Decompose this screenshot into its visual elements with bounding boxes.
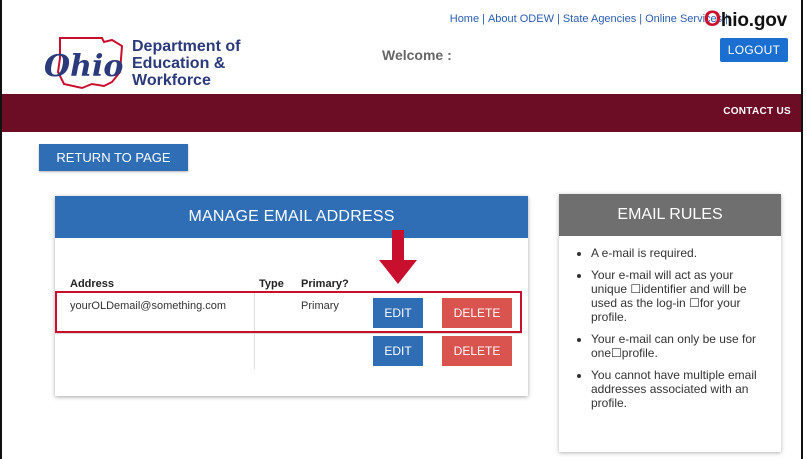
- ohio-logo-icon[interactable]: Ohio: [42, 32, 142, 94]
- page-frame: Home | About ODEW | State Agencies | Online Se…: [0, 0, 803, 459]
- state-agencies-link[interactable]: State Agencies: [563, 13, 636, 25]
- home-link[interactable]: Home: [450, 13, 479, 25]
- down-arrow-icon: [379, 230, 417, 284]
- col-primary: Primary?: [301, 278, 349, 290]
- about-odew-link[interactable]: About ODEW: [488, 13, 554, 25]
- rule-item: A e-mail is required.: [591, 246, 767, 260]
- email-rules-title: EMAIL RULES: [559, 194, 781, 236]
- dept-line-3: Workforce: [132, 72, 211, 89]
- rule-item: Your e-mail will act as your unique ☐ide…: [591, 268, 767, 324]
- ohio-gov-logo[interactable]: Ohio.gov: [704, 6, 787, 32]
- col-address: Address: [70, 278, 115, 290]
- divider: [55, 333, 522, 334]
- logout-button[interactable]: LOGOUT: [720, 38, 788, 62]
- top-links: Home | About ODEW | State Agencies | Online Se…: [449, 13, 728, 25]
- edit-button[interactable]: EDIT: [373, 336, 423, 366]
- dept-line-2: Education &: [132, 55, 226, 72]
- highlight-box: [55, 291, 522, 333]
- department-name: Department of Education & Workforce: [132, 38, 240, 89]
- rules-list: A e-mail is required. Your e-mail will a…: [559, 246, 781, 410]
- nav-bar: CONTACT US: [2, 94, 801, 132]
- return-to-page-button[interactable]: RETURN TO PAGE: [39, 144, 188, 171]
- email-rules-panel: EMAIL RULES A e-mail is required. Your e…: [559, 194, 781, 452]
- welcome-text: Welcome :: [382, 47, 452, 63]
- col-type: Type: [259, 278, 284, 290]
- manage-email-title: MANAGE EMAIL ADDRESS: [55, 196, 528, 238]
- svg-text:Ohio: Ohio: [44, 49, 123, 84]
- rule-item: Your e-mail can only be use for one☐prof…: [591, 332, 767, 360]
- manage-email-panel: MANAGE EMAIL ADDRESS Address Type Primar…: [55, 196, 528, 396]
- delete-button[interactable]: DELETE: [442, 336, 512, 366]
- rule-item: You cannot have multiple email addresses…: [591, 368, 767, 410]
- contact-us-link[interactable]: CONTACT US: [723, 106, 791, 117]
- dept-line-1: Department of: [132, 38, 241, 55]
